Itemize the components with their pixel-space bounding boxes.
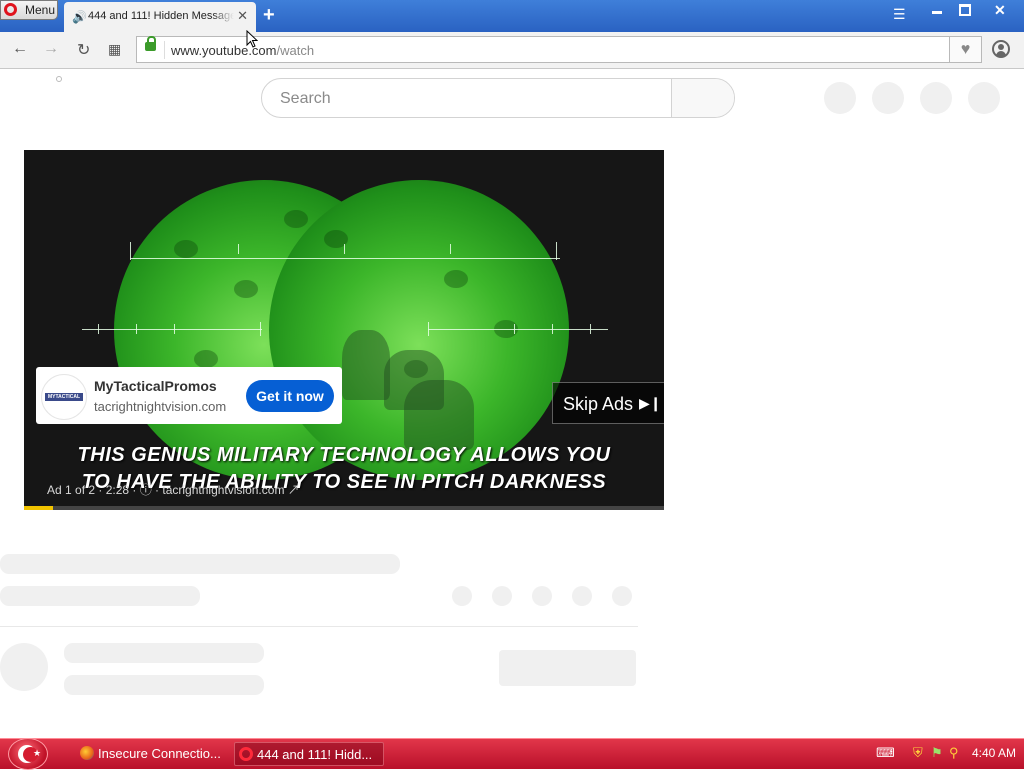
address-domain: www.youtube.com: [171, 43, 277, 58]
title-bar: Menu 🔊 444 and 111! Hidden Message ✕ + ☰…: [0, 0, 1024, 32]
tab-close-icon[interactable]: ✕: [237, 8, 248, 24]
keyboard-icon[interactable]: ⌨: [876, 745, 895, 761]
channel-avatar-placeholder: [0, 643, 48, 691]
account-icon[interactable]: [992, 40, 1010, 58]
channel-name-placeholder: [64, 643, 264, 663]
taskbar-item-label: Insecure Connectio...: [98, 746, 221, 761]
reticle-tick: [552, 324, 553, 334]
close-icon[interactable]: ✕: [994, 2, 1006, 19]
foliage: [234, 280, 258, 298]
search-input[interactable]: [278, 88, 662, 110]
reticle-line-top: [130, 258, 560, 259]
skip-ads-button[interactable]: Skip Ads ▶❙: [552, 382, 664, 424]
minimize-icon[interactable]: [928, 2, 948, 14]
reticle-tick: [344, 244, 345, 254]
forward-icon[interactable]: →: [43, 40, 59, 58]
ad-progress-fill: [24, 506, 53, 510]
reticle-tick: [556, 242, 557, 260]
address-url: www.youtube.com/watch: [171, 43, 314, 58]
subscriber-count-placeholder: [64, 675, 264, 695]
back-icon[interactable]: ←: [12, 40, 28, 58]
advertiser-name[interactable]: MyTacticalPromos: [94, 378, 217, 394]
subscribe-button-placeholder: [499, 650, 636, 686]
divider: [0, 626, 638, 627]
clock[interactable]: 4:40 AM: [972, 746, 1016, 760]
speaker-icon[interactable]: 🔊: [72, 10, 87, 24]
active-tab[interactable]: 🔊 444 and 111! Hidden Message ✕: [64, 2, 256, 32]
skip-ads-label: Skip Ads: [563, 394, 634, 414]
advertiser-domain[interactable]: tacrightnightvision.com: [94, 399, 226, 414]
search-box[interactable]: [261, 78, 735, 118]
search-tray-icon[interactable]: ⚲: [949, 745, 959, 761]
header-icon-placeholder: [968, 82, 1000, 114]
reticle-tick: [98, 324, 99, 334]
firefox-icon: [80, 746, 94, 760]
ad-meta[interactable]: Ad 1 of 2 · 2:28 · ⓘ · tacrightnightvisi…: [47, 481, 300, 498]
network-icon[interactable]: ⚑: [931, 745, 943, 761]
search-button[interactable]: [671, 79, 734, 117]
tab-title: 444 and 111! Hidden Message: [88, 10, 234, 22]
header-icon-placeholder: [824, 82, 856, 114]
shield-icon[interactable]: ⛨: [913, 745, 923, 761]
opera-menu-button[interactable]: Menu: [0, 0, 58, 20]
advertiser-logo[interactable]: MYTACTICAL PROMOS: [41, 374, 87, 420]
action-placeholder: [612, 586, 632, 606]
views-placeholder: [0, 586, 200, 606]
heart-icon[interactable]: ♥: [950, 36, 982, 63]
get-it-now-button[interactable]: Get it now: [246, 380, 334, 412]
ad-caption-line-1: THIS GENIUS MILITARY TECHNOLOGY ALLOWS Y…: [77, 444, 611, 466]
action-placeholder: [532, 586, 552, 606]
advertiser-logo-text: MYTACTICAL PROMOS: [45, 393, 83, 408]
opera-icon: [239, 747, 253, 761]
speed-dial-icon[interactable]: ▦: [108, 41, 121, 58]
opera-logo-icon: [4, 3, 17, 16]
reticle-tick: [136, 324, 137, 334]
skip-next-icon: ▶❙: [639, 395, 662, 411]
reticle-tick: [590, 324, 591, 334]
reticle-tick: [450, 244, 451, 254]
foliage: [284, 210, 308, 228]
start-button[interactable]: ★: [8, 738, 48, 770]
address-separator: [164, 41, 165, 59]
reticle-tick: [174, 324, 175, 334]
soldier-silhouette: [342, 330, 390, 400]
action-placeholder: [572, 586, 592, 606]
taskbar: ★ Insecure Connectio... 444 and 111! Hid…: [0, 738, 1024, 770]
reticle-tick: [130, 242, 131, 260]
header-icon-placeholder: [872, 82, 904, 114]
ad-card[interactable]: MYTACTICAL PROMOS MyTacticalPromos tacri…: [36, 367, 342, 424]
reload-icon[interactable]: ↻: [77, 40, 90, 60]
loading-dot: [56, 76, 62, 82]
maximize-icon[interactable]: [956, 2, 972, 16]
taskbar-item-firefox[interactable]: Insecure Connectio...: [76, 742, 224, 766]
reticle-line-right: [428, 329, 608, 330]
video-player[interactable]: THIS GENIUS MILITARY TECHNOLOGY ALLOWS Y…: [24, 150, 664, 510]
action-placeholder: [452, 586, 472, 606]
reticle-line-left: [82, 329, 262, 330]
taskbar-item-opera[interactable]: 444 and 111! Hidd...: [234, 742, 384, 766]
menu-label: Menu: [25, 3, 56, 17]
new-tab-icon[interactable]: +: [263, 4, 275, 27]
lock-icon[interactable]: [145, 36, 156, 51]
header-icon-placeholder: [920, 82, 952, 114]
reticle-tick: [238, 244, 239, 254]
address-bar[interactable]: www.youtube.com/watch: [136, 36, 950, 63]
star-icon: ★: [33, 748, 42, 758]
navigation-bar: ← → ↻ ▦ www.youtube.com/watch ♥: [0, 32, 1024, 69]
action-placeholder: [492, 586, 512, 606]
reticle-tick: [428, 322, 429, 336]
foliage: [174, 240, 198, 258]
reticle-tick: [514, 324, 515, 334]
tabs-menu-icon[interactable]: ☰: [893, 6, 906, 23]
reticle-tick: [260, 322, 261, 336]
title-placeholder: [0, 554, 400, 574]
ad-progress-track[interactable]: [24, 506, 664, 510]
foliage: [444, 270, 468, 288]
mouse-cursor-icon: [246, 30, 258, 48]
taskbar-item-label: 444 and 111! Hidd...: [257, 747, 373, 762]
soldier-silhouette: [404, 380, 474, 450]
address-path: /watch: [276, 43, 315, 58]
foliage: [194, 350, 218, 368]
